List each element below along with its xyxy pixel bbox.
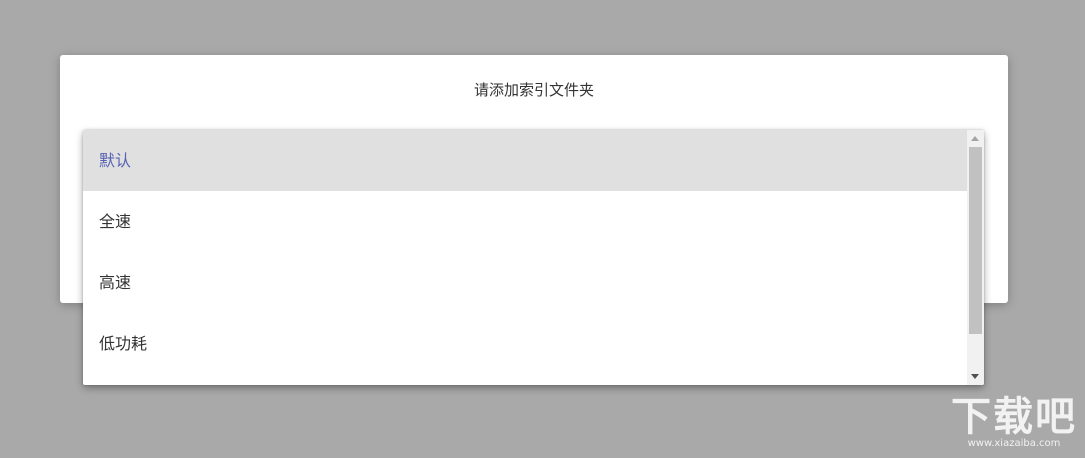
mode-dropdown-list[interactable]: 默认 全速 高速 低功耗 <box>83 130 984 385</box>
option-full-speed[interactable]: 全速 <box>83 191 967 252</box>
watermark-logo: 下载吧 <box>951 394 1077 440</box>
dropdown-scrollbar[interactable] <box>967 130 984 385</box>
watermark: 下载吧 www.xiazaiba.com <box>951 396 1077 450</box>
dialog-title: 请添加索引文件夹 <box>473 81 594 99</box>
scroll-thumb[interactable] <box>969 147 982 334</box>
option-list: 默认 全速 高速 低功耗 <box>83 130 967 374</box>
option-low-power[interactable]: 低功耗 <box>83 313 967 374</box>
option-default[interactable]: 默认 <box>83 130 967 191</box>
scroll-down-icon[interactable] <box>971 374 979 379</box>
option-high-speed[interactable]: 高速 <box>83 252 967 313</box>
scroll-up-icon[interactable] <box>971 136 979 141</box>
watermark-url: www.xiazaiba.com <box>967 438 1061 449</box>
